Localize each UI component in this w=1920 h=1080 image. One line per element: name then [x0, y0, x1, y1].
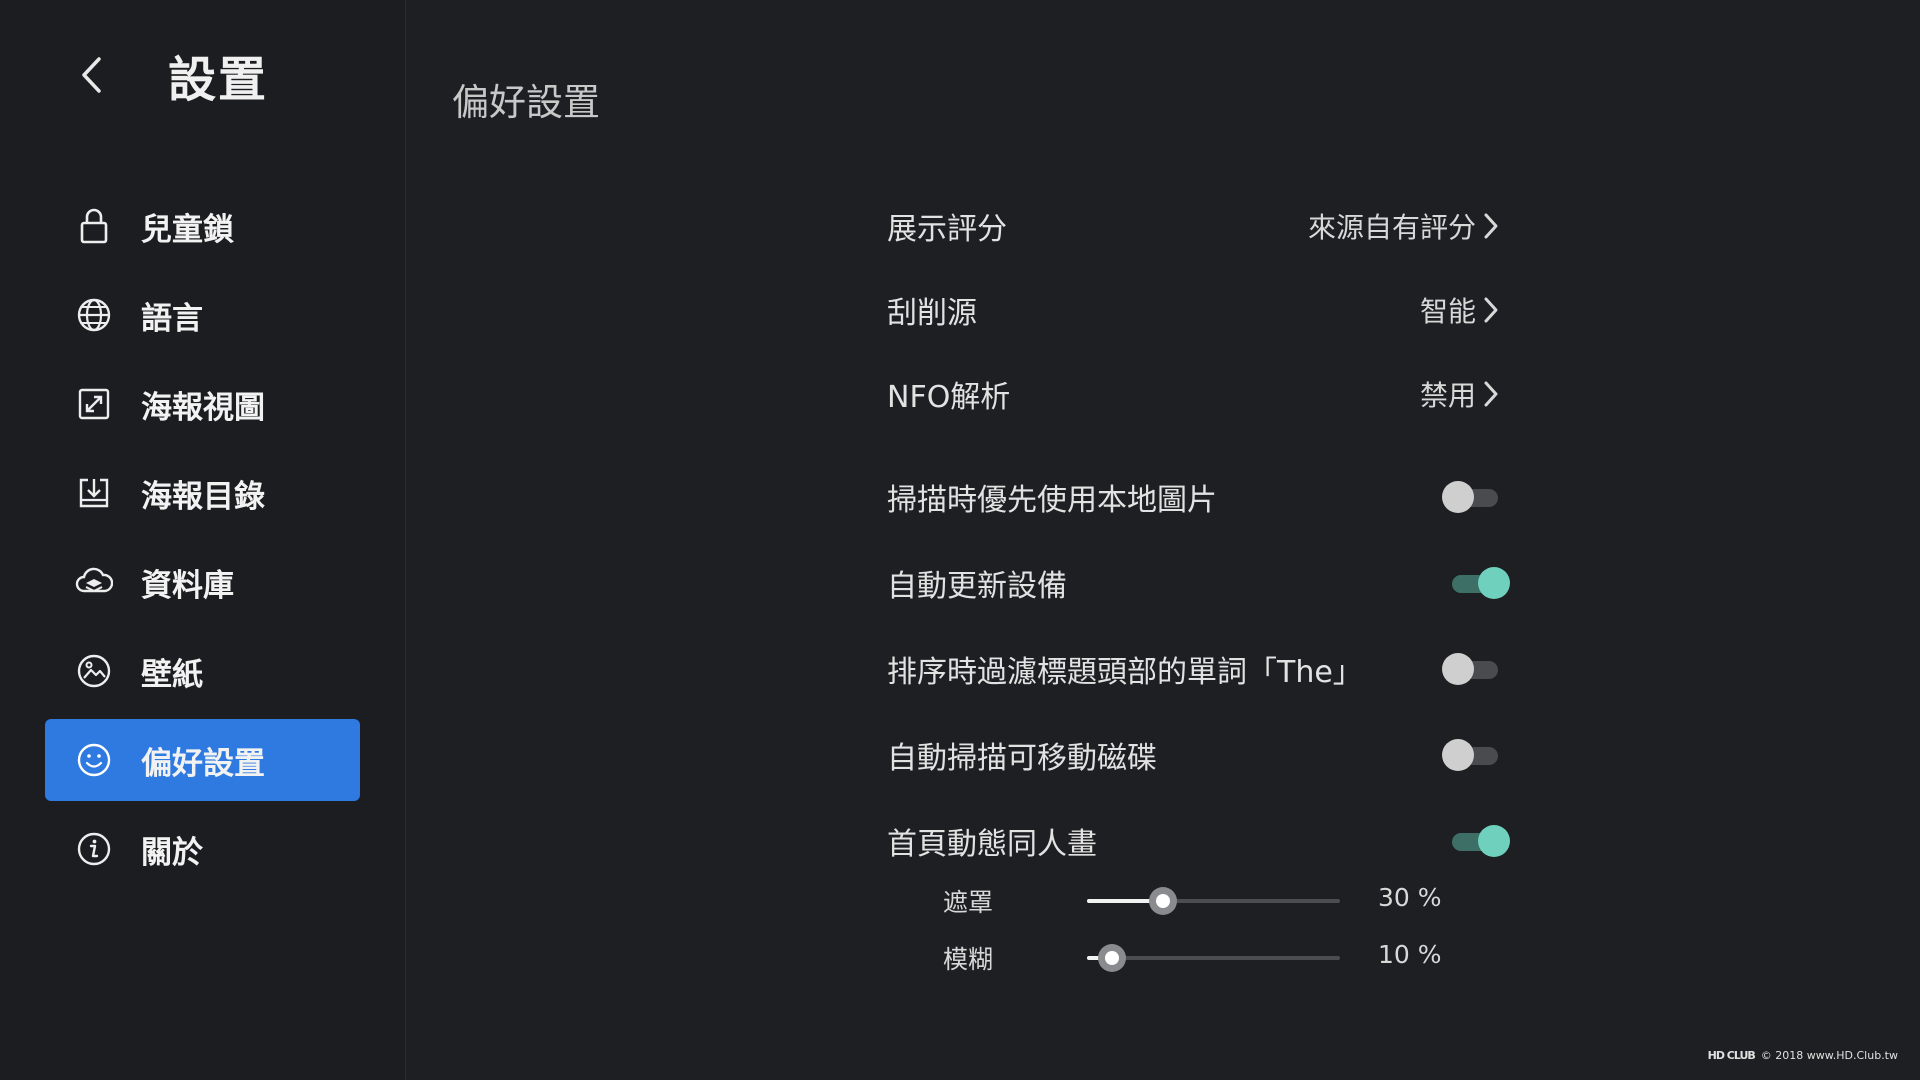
- toggle-label: 掃描時優先使用本地圖片: [887, 483, 1217, 518]
- sidebar: 設置 兒童鎖 語言 海報視圖 海報目錄 資料庫 壁紙 偏好設置 關於: [0, 0, 406, 1080]
- toggle-knob: [1442, 739, 1474, 771]
- option-value: 智能: [1419, 295, 1476, 328]
- sidebar-header: 設置: [70, 44, 268, 108]
- sidebar-item-label: 資料庫: [141, 567, 234, 604]
- sidebar-item-poster-view[interactable]: 海報視圖: [45, 363, 360, 445]
- download-folder-icon: [75, 474, 113, 512]
- chevron-left-icon: [82, 57, 101, 93]
- sidebar-item-label: 海報目錄: [141, 478, 265, 515]
- sidebar-item-language[interactable]: 語言: [45, 274, 360, 356]
- option-label: NFO解析: [887, 380, 1011, 415]
- sidebar-item-about[interactable]: 關於: [45, 808, 360, 890]
- sidebar-item-child-lock[interactable]: 兒童鎖: [45, 185, 360, 267]
- watermark-text: © 2018 www.HD.Club.tw: [1760, 1049, 1898, 1062]
- expand-icon: [75, 385, 113, 423]
- toggle-row-auto-scan-removable: 自動掃描可移動磁碟: [887, 725, 1502, 785]
- toggle-label: 自動更新設備: [887, 569, 1067, 604]
- option-row-nfo-parsing[interactable]: NFO解析 禁用: [887, 364, 1502, 424]
- sidebar-item-label: 兒童鎖: [141, 211, 234, 248]
- toggle-row-local-images: 掃描時優先使用本地圖片: [887, 467, 1502, 527]
- option-row-scraper-source[interactable]: 刮削源 智能: [887, 280, 1502, 340]
- toggle-label: 首頁動態同人畫: [887, 827, 1097, 862]
- sidebar-item-poster-directory[interactable]: 海報目錄: [45, 452, 360, 534]
- toggle-row-filter-the: 排序時過濾標題頭部的單詞「The」: [887, 639, 1502, 699]
- sidebar-item-label: 壁紙: [141, 656, 203, 693]
- slider-row-blur: 模糊 10 %: [887, 934, 1502, 980]
- smiley-icon: [75, 741, 113, 779]
- page-title: 偏好設置: [452, 81, 600, 124]
- watermark: HD CLUB © 2018 www.HD.Club.tw: [1708, 1049, 1898, 1062]
- sidebar-item-database[interactable]: 資料庫: [45, 541, 360, 623]
- toggle-label: 自動掃描可移動磁碟: [887, 741, 1157, 776]
- slider-track[interactable]: [1087, 944, 1340, 972]
- sidebar-nav: 兒童鎖 語言 海報視圖 海報目錄 資料庫 壁紙 偏好設置 關於: [45, 185, 360, 897]
- slider-value: 10 %: [1378, 940, 1442, 969]
- toggle-knob: [1478, 567, 1510, 599]
- option-value: 來源自有評分: [1307, 211, 1476, 244]
- sidebar-item-label: 偏好設置: [141, 745, 265, 782]
- toggle-switch[interactable]: [1448, 566, 1510, 600]
- info-icon: [75, 830, 113, 868]
- sidebar-title: 設置: [168, 52, 269, 108]
- toggle-knob: [1442, 481, 1474, 513]
- sidebar-item-label: 語言: [141, 300, 203, 337]
- back-button[interactable]: [70, 50, 112, 100]
- cloud-database-icon: [75, 563, 113, 601]
- option-row-rating-display[interactable]: 展示評分 來源自有評分: [887, 196, 1502, 256]
- watermark-logo: HD CLUB: [1707, 1049, 1756, 1062]
- toggle-switch[interactable]: [1442, 738, 1502, 772]
- option-label: 刮削源: [887, 296, 977, 331]
- slider-thumb[interactable]: [1148, 887, 1177, 915]
- sidebar-item-label: 關於: [141, 834, 203, 871]
- toggle-row-home-dynamic-fanart: 首頁動態同人畫: [887, 811, 1510, 871]
- globe-icon: [75, 296, 113, 334]
- slider-label: 遮罩: [943, 888, 994, 917]
- toggle-knob: [1478, 825, 1510, 857]
- toggle-switch[interactable]: [1442, 652, 1502, 686]
- chevron-right-icon: [1480, 211, 1502, 241]
- image-icon: [75, 652, 113, 690]
- lock-icon: [75, 207, 113, 245]
- toggle-switch[interactable]: [1442, 480, 1502, 514]
- toggle-row-auto-update-devices: 自動更新設備: [887, 553, 1510, 613]
- chevron-right-icon: [1480, 379, 1502, 409]
- sidebar-item-wallpaper[interactable]: 壁紙: [45, 630, 360, 712]
- slider-row-mask: 遮罩 30 %: [887, 877, 1502, 923]
- slider-label: 模糊: [943, 945, 994, 974]
- sidebar-item-preferences[interactable]: 偏好設置: [45, 719, 360, 801]
- toggle-label: 排序時過濾標題頭部的單詞「The」: [887, 655, 1363, 690]
- option-label: 展示評分: [887, 212, 1007, 247]
- sidebar-item-label: 海報視圖: [141, 389, 265, 426]
- toggle-switch[interactable]: [1448, 824, 1510, 858]
- slider-thumb[interactable]: [1098, 944, 1127, 972]
- option-value: 禁用: [1419, 379, 1476, 412]
- slider-value: 30 %: [1378, 883, 1442, 912]
- slider-track[interactable]: [1087, 887, 1340, 915]
- chevron-right-icon: [1480, 295, 1502, 325]
- toggle-knob: [1442, 653, 1474, 685]
